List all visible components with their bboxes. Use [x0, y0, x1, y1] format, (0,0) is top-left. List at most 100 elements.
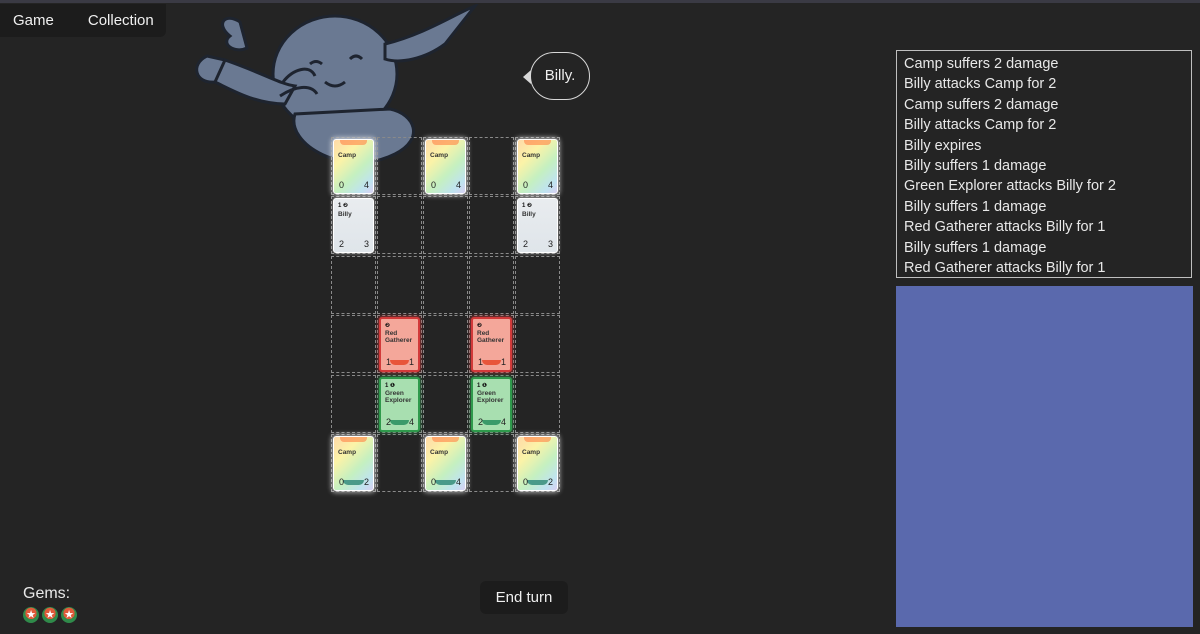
star-gem-icon: ★: [23, 607, 39, 623]
end-turn-button[interactable]: End turn: [480, 581, 568, 614]
card-attack: 1: [386, 357, 392, 368]
card-attack: 2: [386, 416, 392, 427]
card-name: Green Explorer: [477, 389, 504, 404]
board-cell[interactable]: [377, 137, 422, 195]
card-health: 4: [363, 180, 369, 190]
board-cell[interactable]: [469, 196, 514, 255]
card-base: [390, 360, 409, 366]
board-cell[interactable]: [469, 434, 514, 492]
card-attack: 2: [339, 239, 345, 250]
card-health: 4: [500, 416, 506, 427]
battle-log: Camp suffers 2 damage Billy attacks Camp …: [896, 50, 1192, 278]
card-green-explorer[interactable]: 1 ❶ Green Explorer 2 4: [471, 376, 512, 432]
card-top-band: [524, 437, 551, 442]
log-line: Billy expires: [904, 137, 982, 154]
card-red-gatherer[interactable]: ❷ Red Gatherer 1 1: [471, 317, 512, 373]
board-cell[interactable]: [423, 374, 468, 433]
card-base: [343, 183, 364, 188]
board-cell[interactable]: [331, 374, 376, 433]
board-cell[interactable]: [515, 315, 560, 374]
log-line: Red Gatherer attacks Billy for 1: [904, 219, 1106, 236]
card-camp[interactable]: Camp 0 2: [333, 436, 374, 491]
card-name: Billy: [522, 211, 536, 219]
log-line: Billy attacks Camp for 2: [904, 117, 1057, 134]
board-cell[interactable]: [377, 196, 422, 255]
game-board: Camp 0 4 Camp 0 4 Camp 0 4 1 ❷ Billy 2 3 1 ❷ Billy 2 3 ❷ R…: [331, 137, 561, 493]
card-attack: 0: [431, 180, 437, 190]
log-line: Red Gatherer attacks Billy for 1: [904, 260, 1106, 277]
card-billy[interactable]: 1 ❷ Billy 2 3: [517, 198, 558, 254]
nav-collection-button[interactable]: Collection: [68, 4, 168, 37]
card-billy[interactable]: 1 ❷ Billy 2 3: [333, 198, 374, 254]
card-base: [435, 480, 456, 485]
log-line: Billy suffers 1 damage: [904, 158, 1047, 175]
log-line: Billy suffers 1 damage: [904, 198, 1047, 215]
card-top-band: [524, 140, 551, 145]
card-name: Camp: [522, 449, 541, 456]
card-base: [527, 242, 548, 247]
board-cell[interactable]: [423, 315, 468, 374]
board-cell[interactable]: [423, 196, 468, 255]
card-top-band: [340, 140, 367, 145]
board-cell[interactable]: [331, 255, 376, 314]
log-line: Billy suffers 1 damage: [904, 239, 1047, 256]
top-nav: Game Collection: [0, 4, 166, 37]
card-base: [527, 183, 548, 188]
gems-row: ★ ★ ★: [23, 607, 77, 623]
board-cell[interactable]: [377, 255, 422, 314]
card-health: 4: [547, 180, 553, 190]
card-health: 4: [455, 477, 461, 487]
card-green-explorer[interactable]: 1 ❶ Green Explorer 2 4: [379, 376, 420, 432]
card-health: 4: [408, 416, 414, 427]
card-name: Green Explorer: [385, 389, 412, 404]
card-top-band: [340, 437, 367, 442]
log-line: Camp suffers 2 damage: [904, 96, 1059, 113]
card-cost: ❷: [385, 323, 391, 330]
card-name: Camp: [430, 449, 449, 456]
card-name: Camp: [338, 449, 357, 456]
card-health: 1: [408, 357, 414, 368]
board-cell[interactable]: [469, 255, 514, 314]
card-base: [343, 242, 364, 247]
card-camp[interactable]: Camp 0 4: [333, 139, 374, 194]
card-camp[interactable]: Camp 0 4: [425, 139, 466, 194]
card-name: Billy: [338, 211, 352, 219]
card-base: [482, 419, 501, 425]
card-camp[interactable]: Camp 0 2: [517, 436, 558, 491]
card-attack: 0: [431, 477, 437, 487]
log-line: Camp suffers 2 damage: [904, 56, 1059, 72]
card-base: [482, 360, 501, 366]
gems-label: Gems:: [23, 585, 71, 602]
card-attack: 0: [339, 477, 345, 487]
top-border: [0, 0, 1200, 3]
board-cell[interactable]: [469, 137, 514, 195]
star-gem-icon: ★: [42, 607, 58, 623]
card-attack: 0: [523, 477, 529, 487]
board-cell[interactable]: [423, 255, 468, 314]
card-camp[interactable]: Camp 0 4: [425, 436, 466, 491]
board-cell[interactable]: [331, 315, 376, 374]
card-attack: 0: [339, 180, 345, 190]
speech-bubble: Billy.: [530, 52, 590, 100]
card-camp[interactable]: Camp 0 4: [517, 139, 558, 194]
card-cost: 1 ❷: [522, 203, 533, 210]
info-panel: [896, 286, 1193, 627]
nav-game-button[interactable]: Game: [0, 4, 68, 37]
card-base: [390, 419, 409, 425]
card-cost: ❷: [477, 323, 483, 330]
card-cost: 1 ❶: [477, 382, 488, 389]
card-base: [435, 183, 456, 188]
card-red-gatherer[interactable]: ❷ Red Gatherer 1 1: [379, 317, 420, 373]
star-gem-icon: ★: [61, 607, 77, 623]
card-cost: 1 ❷: [338, 203, 349, 210]
board-cell[interactable]: [515, 374, 560, 433]
card-attack: 2: [523, 239, 529, 250]
card-base: [343, 480, 364, 485]
card-top-band: [432, 140, 459, 145]
card-base: [527, 480, 548, 485]
card-name: Red Gatherer: [385, 330, 413, 345]
board-cell[interactable]: [515, 255, 560, 314]
card-health: 2: [363, 477, 369, 487]
card-health: 3: [363, 239, 369, 250]
board-cell[interactable]: [377, 434, 422, 492]
